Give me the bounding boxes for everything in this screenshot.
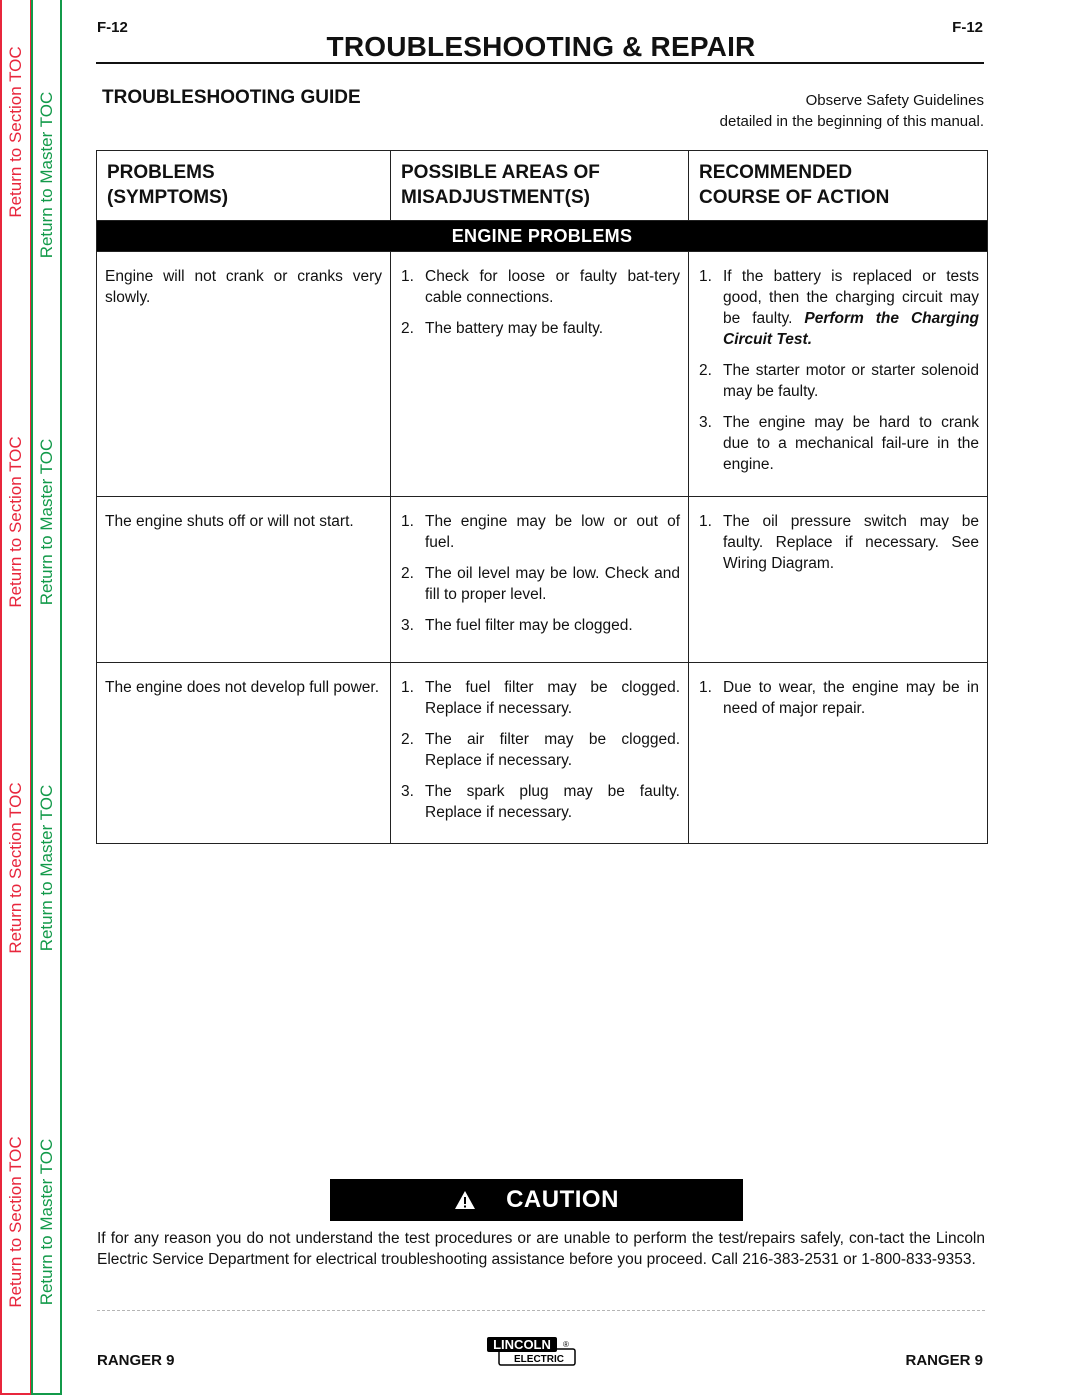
section-title-engine-problems: ENGINE PROBLEMS bbox=[96, 220, 988, 252]
cause-item: 3. The spark plug may be faulty. Replace … bbox=[399, 781, 680, 823]
caution-banner: CAUTION bbox=[330, 1179, 743, 1221]
item-number: 2. bbox=[401, 731, 414, 748]
cause-item: 2. The oil level may be low. Check and fi… bbox=[399, 563, 680, 605]
link-label: Return to Section TOC bbox=[6, 46, 25, 218]
symptom-cell: The engine shuts off or will not start. bbox=[96, 496, 391, 663]
cause-item: 2. The air filter may be clogged. Replace… bbox=[399, 729, 680, 771]
item-text: The engine may be hard to crank due to a… bbox=[723, 414, 979, 473]
footer-model-left: RANGER 9 bbox=[97, 1352, 175, 1369]
return-to-section-toc-link[interactable]: Return to Section TOC bbox=[2, 436, 30, 607]
item-number: 1. bbox=[699, 679, 712, 696]
symptom-cell: The engine does not develop full power. bbox=[96, 662, 391, 844]
item-text: The fuel filter may be clogged. Replace … bbox=[425, 679, 680, 717]
guide-title: TROUBLESHOOTING GUIDE bbox=[102, 87, 361, 108]
action-item: 1. If the battery is replaced or tests go… bbox=[697, 266, 979, 350]
item-number: 3. bbox=[401, 783, 414, 800]
actions-cell: 1. If the battery is replaced or tests go… bbox=[688, 251, 988, 497]
causes-cell: 1. The fuel filter may be clogged. Replac… bbox=[390, 662, 689, 844]
page-title: TROUBLESHOOTING & REPAIR bbox=[326, 31, 756, 62]
symptom-cell: Engine will not crank or cranks very slo… bbox=[96, 251, 391, 497]
table-row: The engine does not develop full power. … bbox=[96, 662, 988, 844]
link-label: Return to Master TOC bbox=[36, 1138, 56, 1306]
title-divider bbox=[96, 62, 984, 64]
column-header-problems: PROBLEMS (SYMPTOMS) bbox=[96, 150, 391, 221]
safety-note: Observe Safety Guidelines detailed in th… bbox=[720, 90, 984, 132]
link-label: Return to Master TOC bbox=[36, 438, 56, 606]
cause-item: 3. The fuel filter may be clogged. bbox=[399, 615, 680, 636]
header-line: PROBLEMS bbox=[107, 162, 215, 183]
header-line: (SYMPTOMS) bbox=[107, 187, 229, 208]
troubleshooting-table: PROBLEMS (SYMPTOMS) POSSIBLE AREAS OF MISA… bbox=[96, 150, 988, 844]
item-number: 2. bbox=[401, 320, 414, 337]
item-text: The oil pressure switch may be faulty. R… bbox=[723, 513, 979, 572]
logo-text-electric: ELECTRIC bbox=[514, 1354, 564, 1365]
link-label: Return to Section TOC bbox=[6, 782, 25, 954]
cause-item: 2. The battery may be faulty. bbox=[399, 318, 680, 339]
link-label: Return to Master TOC bbox=[36, 91, 56, 259]
item-number: 1. bbox=[401, 513, 414, 530]
return-to-section-toc-link[interactable]: Return to Section TOC bbox=[2, 782, 30, 953]
caution-label: CAUTION bbox=[506, 1186, 619, 1213]
item-number: 1. bbox=[401, 268, 414, 285]
caution-text: If for any reason you do not understand … bbox=[97, 1230, 985, 1268]
column-header-possible-areas: POSSIBLE AREAS OF MISADJUSTMENT(S) bbox=[390, 150, 689, 221]
header-line: POSSIBLE AREAS OF bbox=[401, 162, 600, 183]
registered-mark: ® bbox=[563, 1340, 569, 1349]
item-text: The spark plug may be faulty. Replace if… bbox=[425, 783, 680, 821]
table-header-row: PROBLEMS (SYMPTOMS) POSSIBLE AREAS OF MISA… bbox=[96, 150, 988, 221]
table-row: Engine will not crank or cranks very slo… bbox=[96, 251, 988, 497]
header-line: MISADJUSTMENT(S) bbox=[401, 187, 590, 208]
header-line: RECOMMENDED bbox=[699, 162, 853, 183]
action-item: 1. The oil pressure switch may be faulty.… bbox=[697, 511, 979, 574]
cause-item: 1. The engine may be low or out of fuel. bbox=[399, 511, 680, 553]
footer-model-right: RANGER 9 bbox=[905, 1352, 983, 1369]
item-number: 1. bbox=[699, 513, 712, 530]
safety-note-line-2: detailed in the beginning of this manual… bbox=[719, 113, 984, 130]
item-number: 3. bbox=[401, 617, 414, 634]
lincoln-electric-logo: LINCOLN ELECTRIC ® bbox=[487, 1337, 576, 1366]
item-number: 3. bbox=[699, 414, 712, 431]
cause-item: 1. Check for loose or faulty bat-tery cab… bbox=[399, 266, 680, 308]
item-text: The air filter may be clogged. Replace i… bbox=[425, 731, 680, 769]
causes-cell: 1. Check for loose or faulty bat-tery cab… bbox=[390, 251, 689, 497]
return-to-master-toc-link[interactable]: Return to Master TOC bbox=[33, 439, 60, 606]
item-number: 1. bbox=[699, 268, 712, 285]
item-number: 2. bbox=[401, 565, 414, 582]
return-to-section-toc-link[interactable]: Return to Section TOC bbox=[2, 46, 30, 217]
item-text: The engine may be low or out of fuel. bbox=[425, 513, 680, 551]
causes-cell: 1. The engine may be low or out of fuel. … bbox=[390, 496, 689, 663]
item-text: The battery may be faulty. bbox=[425, 320, 604, 337]
table-row: The engine shuts off or will not start. … bbox=[96, 496, 988, 663]
action-item: 1. Due to wear, the engine may be in need… bbox=[697, 677, 979, 719]
safety-note-line-1: Observe Safety Guidelines bbox=[805, 92, 984, 109]
link-label: Return to Section TOC bbox=[6, 436, 25, 608]
actions-cell: 1. The oil pressure switch may be faulty.… bbox=[688, 496, 988, 663]
return-to-master-toc-link[interactable]: Return to Master TOC bbox=[33, 92, 60, 259]
item-text: The starter motor or starter solenoid ma… bbox=[723, 362, 979, 400]
link-label: Return to Section TOC bbox=[6, 1136, 25, 1308]
item-number: 2. bbox=[699, 362, 712, 379]
master-toc-column: Return to Master TOC Return to Master TO… bbox=[31, 0, 62, 1395]
item-text: Check for loose or faulty bat-tery cable… bbox=[425, 268, 680, 306]
warning-triangle-icon bbox=[455, 1191, 476, 1209]
item-text: Due to wear, the engine may be in need o… bbox=[723, 679, 979, 717]
return-to-section-toc-link[interactable]: Return to Section TOC bbox=[2, 1136, 30, 1307]
action-item: 3. The engine may be hard to crank due to… bbox=[697, 412, 979, 475]
section-row: ENGINE PROBLEMS bbox=[96, 220, 988, 252]
footer-divider bbox=[97, 1310, 985, 1311]
section-toc-column: Return to Section TOC Return to Section … bbox=[0, 0, 32, 1395]
header-line: COURSE OF ACTION bbox=[699, 187, 890, 208]
return-to-master-toc-link[interactable]: Return to Master TOC bbox=[33, 785, 60, 952]
column-header-recommended-action: RECOMMENDED COURSE OF ACTION bbox=[688, 150, 988, 221]
actions-cell: 1. Due to wear, the engine may be in need… bbox=[688, 662, 988, 844]
action-item: 2. The starter motor or starter solenoid … bbox=[697, 360, 979, 402]
return-to-master-toc-link[interactable]: Return to Master TOC bbox=[33, 1139, 60, 1306]
logo-text-lincoln: LINCOLN bbox=[493, 1337, 551, 1352]
item-number: 1. bbox=[401, 679, 414, 696]
item-text: The oil level may be low. Check and fill… bbox=[425, 565, 680, 603]
item-text: The fuel filter may be clogged. bbox=[425, 617, 633, 634]
cause-item: 1. The fuel filter may be clogged. Replac… bbox=[399, 677, 680, 719]
link-label: Return to Master TOC bbox=[36, 784, 56, 952]
